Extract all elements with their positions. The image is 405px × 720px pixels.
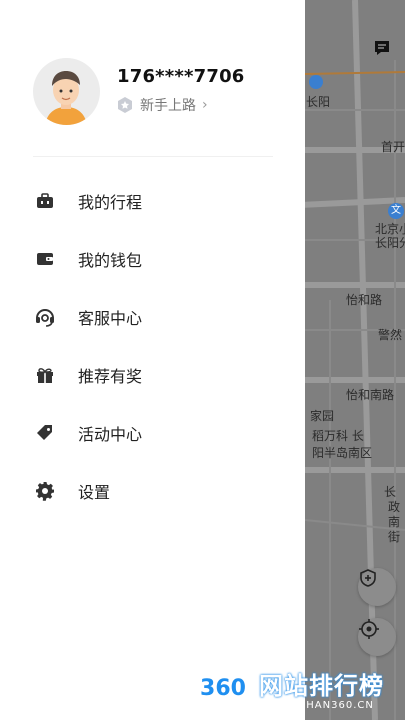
menu-item-label: 我的行程 [78,193,143,212]
user-avatar-icon [45,71,87,125]
map-label: 长阳分 [375,236,405,250]
shield-plus-icon [360,569,376,587]
tag-icon [34,422,56,444]
chevron-right-icon: › [202,97,208,113]
menu-item-wallet[interactable]: 我的钱包 [0,234,305,282]
map-label: 稻万科 长 [312,429,364,443]
map-label: 首开 [381,140,405,154]
menu-item-label: 推荐有奖 [78,367,143,386]
member-level[interactable]: 新手上路 › [116,95,208,115]
watermark-badge-text: 360 [200,675,246,701]
crosshair-icon [359,619,379,639]
menu-item-activities[interactable]: 活动中心 [0,408,305,456]
briefcase-icon [34,190,56,212]
locate-button[interactable] [358,618,396,656]
level-badge-icon [118,97,132,113]
wallet-icon [34,248,56,270]
divider [33,156,273,157]
map-label: 家园 [310,409,335,423]
watermark-title: 网站排行榜 [259,672,384,700]
school-poi-icon: 文 [388,203,404,219]
menu-item-customer-service[interactable]: 客服中心 [0,292,305,340]
menu-item-label: 活动中心 [78,425,143,444]
menu-item-label: 设置 [78,483,111,502]
metro-station-icon [309,75,323,89]
map-label: 长阳 [306,95,331,109]
side-drawer: 176****7706 新手上路 › 我的行程 我的钱包 客服中心 推荐有奖 活… [0,0,305,720]
member-level-label: 新手上路 [140,98,196,114]
gear-icon [34,480,56,502]
avatar[interactable] [33,58,100,125]
menu-item-trips[interactable]: 我的行程 [0,176,305,224]
menu-item-referral[interactable]: 推荐有奖 [0,350,305,398]
map-label: 警然 [378,328,403,342]
watermark-badge: 360 [193,660,253,716]
map-label: 阳半岛南区 [312,446,373,460]
map-label: 怡和路 [346,293,383,307]
map-label: 街 [388,530,401,544]
chat-icon [375,41,389,55]
menu-item-label: 客服中心 [78,309,143,328]
menu-item-settings[interactable]: 设置 [0,466,305,514]
headset-icon [34,306,56,328]
gift-icon [34,364,56,386]
watermark-subtitle: WANGZHAN360.CN [263,700,374,711]
menu-item-label: 我的钱包 [78,251,143,270]
user-phone[interactable]: 176****7706 [117,66,245,87]
message-button[interactable] [372,38,396,62]
safety-button[interactable] [358,568,396,606]
map-label: 怡和南路 [346,388,395,402]
watermark: 360 网站排行榜 WANGZHAN360.CN [193,660,405,720]
